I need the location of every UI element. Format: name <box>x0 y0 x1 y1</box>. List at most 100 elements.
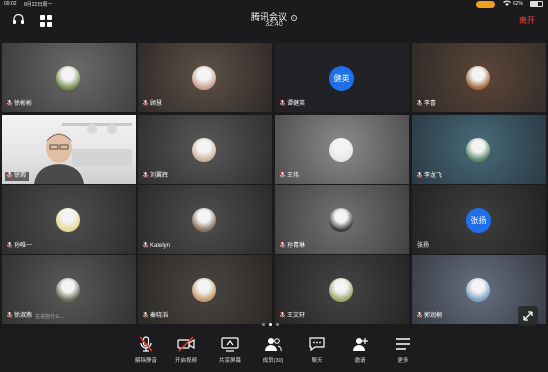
participant-name-tag: 刘翼辉 <box>141 171 171 181</box>
add-user-icon <box>353 338 368 351</box>
members-icon <box>265 338 282 352</box>
share-screen-label: 共享屏幕 <box>218 358 241 364</box>
more-button[interactable]: 更多 <box>381 336 425 370</box>
participant-name: 郭润桐 <box>424 313 443 319</box>
members-button[interactable]: 成员(30) <box>251 336 295 370</box>
participant-name: 孙唯一 <box>14 243 33 249</box>
more-icon <box>396 338 410 350</box>
participant-name-tag: 张扬 <box>415 242 432 251</box>
participant-name-tag: 徐淑燕 <box>5 311 35 321</box>
mic-muted-icon <box>142 311 149 319</box>
members-label: 成员(30) <box>262 358 284 364</box>
leave-button[interactable]: 离开 <box>519 15 535 26</box>
share-screen-icon <box>221 337 239 352</box>
participant-tile[interactable]: 王文轩 <box>275 255 409 324</box>
mic-muted-icon <box>416 171 423 179</box>
participant-name-tag: 顾慧 <box>141 99 165 109</box>
participant-name-tag: 谭健英 <box>278 99 308 109</box>
speaking-caption: 在说些什么... <box>35 314 65 320</box>
participant-tile[interactable]: 刘翼辉 <box>138 115 272 184</box>
mic-muted-icon <box>6 311 13 319</box>
participant-avatar <box>192 208 216 232</box>
mic-muted-icon <box>279 99 286 107</box>
battery-percent: 62% <box>513 1 524 7</box>
participant-name-tag: 孙青琳 <box>278 241 308 251</box>
participant-tile[interactable]: 孙唯一 <box>2 185 136 254</box>
participant-tile[interactable]: 顾慧 <box>138 43 272 112</box>
participant-avatar <box>192 278 216 302</box>
participant-tile[interactable]: Katelyn <box>138 185 272 254</box>
mic-muted-icon <box>279 241 286 249</box>
participant-name-tag: 郭润桐 <box>415 311 445 321</box>
participant-name: 王伟 <box>287 173 300 179</box>
participant-name-tag: 徐彬彬 <box>5 99 35 109</box>
unmute-button[interactable]: 解除静音 <box>124 336 168 370</box>
status-time: 09:02 <box>4 1 17 7</box>
invite-button[interactable]: 邀请 <box>338 336 382 370</box>
mic-muted-icon <box>6 241 13 249</box>
start-video-button[interactable]: 开启视频 <box>164 336 208 370</box>
mic-muted-icon <box>416 311 423 319</box>
exit-fullscreen-button[interactable] <box>518 306 538 326</box>
participant-avatar <box>329 278 353 302</box>
participant-avatar <box>192 66 216 90</box>
participant-avatar <box>466 66 490 90</box>
mic-muted-icon <box>416 99 423 107</box>
battery-icon <box>530 1 543 7</box>
mic-muted-icon <box>6 171 13 179</box>
participant-name-tag: 秦晓滔 <box>141 311 171 321</box>
participant-tile[interactable]: 徐瑕 <box>2 115 136 184</box>
video-off-icon <box>177 336 195 352</box>
participant-name: 徐彬彬 <box>14 101 33 107</box>
participant-avatar <box>192 138 216 162</box>
participant-name: 谭健英 <box>287 101 306 107</box>
participant-tile[interactable]: 李龙飞 <box>412 115 546 184</box>
invite-label: 邀请 <box>354 358 366 364</box>
chat-button[interactable]: 聊天 <box>295 336 339 370</box>
video-grid: 徐彬彬 顾慧 健英 谭健英 李喜 徐瑕 刘翼辉 王伟 李龙飞 孙唯一 Katelyn 孙青琳 张扬 张扬徐… <box>0 43 548 327</box>
participant-avatar <box>466 278 490 302</box>
participant-initials-avatar: 健英 <box>329 66 354 91</box>
mic-muted-icon <box>6 99 13 107</box>
more-label: 更多 <box>397 358 409 364</box>
participant-name-tag: 李龙飞 <box>415 171 445 181</box>
meeting-header: 腾讯会议 i 32:40 离开 <box>0 9 548 36</box>
participant-tile[interactable]: 秦晓滔 <box>138 255 272 324</box>
unmute-label: 解除静音 <box>134 358 157 364</box>
participant-tile[interactable]: 健英谭健英 <box>275 43 409 112</box>
page-dot-active <box>269 323 272 326</box>
participant-avatar <box>56 208 80 232</box>
page-indicator[interactable] <box>262 313 292 326</box>
participant-name: 张扬 <box>417 243 430 249</box>
participant-tile[interactable]: 孙青琳 <box>275 185 409 254</box>
status-date: 8月22日周一 <box>24 2 53 8</box>
participant-avatar <box>56 66 80 90</box>
mic-muted-icon <box>142 171 149 179</box>
participant-name-tag: 孙唯一 <box>5 241 35 251</box>
participant-tile[interactable]: 李喜 <box>412 43 546 112</box>
participant-tile[interactable]: 王伟 <box>275 115 409 184</box>
participant-name: 徐瑕 <box>14 173 27 179</box>
participant-tile[interactable]: 张扬 张扬 <box>412 185 546 254</box>
status-bar: 09:02 8月22日周一 62% <box>0 0 548 9</box>
participant-avatar <box>466 138 490 162</box>
participant-name: 李龙飞 <box>424 173 443 179</box>
meeting-timer: 32:40 <box>265 21 283 28</box>
participant-name-tag: 李喜 <box>415 99 439 109</box>
participant-tile[interactable]: 徐彬彬 <box>2 43 136 112</box>
wifi-icon <box>503 0 511 8</box>
participant-avatar <box>329 208 353 232</box>
start-video-label: 开启视频 <box>174 358 197 364</box>
mic-muted-icon <box>142 241 149 249</box>
participant-tile[interactable]: 徐淑燕 <box>2 255 136 324</box>
exit-fullscreen-icon <box>523 311 533 321</box>
participant-name: 孙青琳 <box>287 243 306 249</box>
participant-name: Katelyn <box>150 243 171 249</box>
participant-avatar <box>329 138 353 162</box>
participant-name: 李喜 <box>424 101 437 107</box>
participant-name: 秦晓滔 <box>150 313 169 319</box>
meeting-toolbar: 解除静音 开启视频 共享屏幕 成员(30) 聊天 邀请 更多 <box>0 330 548 372</box>
share-screen-button[interactable]: 共享屏幕 <box>208 336 252 370</box>
call-active-pill <box>476 1 495 8</box>
participant-name-tag: Katelyn <box>141 241 173 251</box>
